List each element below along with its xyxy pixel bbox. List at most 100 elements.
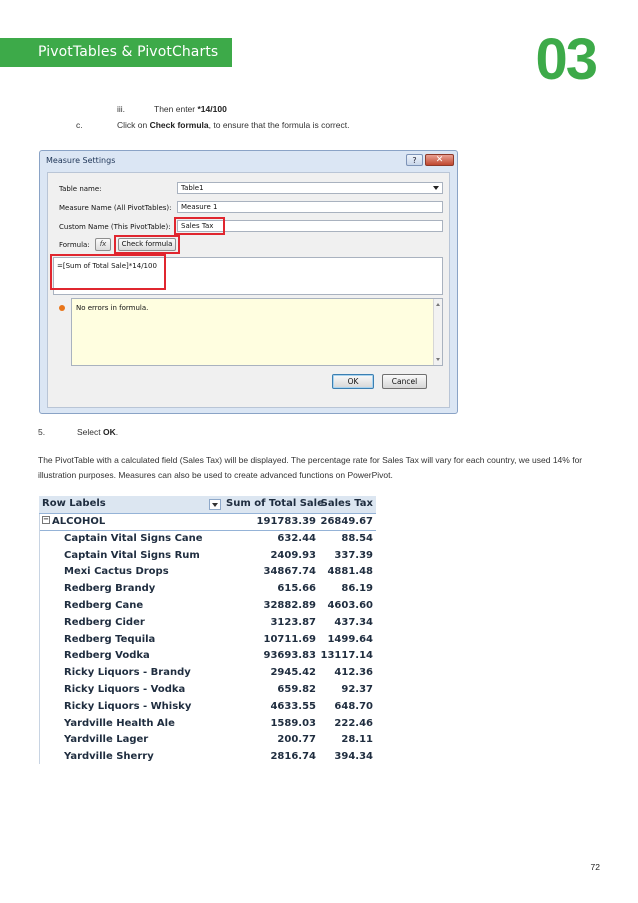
measure-name-label: Measure Name (All PivotTables):: [59, 204, 172, 212]
row-name: Captain Vital Signs Cane: [64, 532, 203, 544]
step-5-before: Select: [77, 427, 103, 437]
step-5-marker: 5.: [38, 427, 46, 437]
row-name: Redberg Vodka: [64, 650, 150, 662]
row-name: Ricky Liquors - Whisky: [64, 700, 192, 712]
chapter-number: 03: [535, 27, 597, 92]
row-name: Redberg Brandy: [64, 583, 156, 595]
step-iii-plain: Then enter: [154, 104, 198, 114]
custom-name-label: Custom Name (This PivotTable):: [59, 223, 171, 231]
message-scrollbar[interactable]: [433, 299, 442, 365]
formula-highlight: [50, 254, 166, 290]
row-name: Yardville Lager: [64, 734, 149, 746]
fx-button[interactable]: fx: [95, 238, 111, 251]
table-row[interactable]: Ricky Liquors - Whisky 4633.55 648.70: [39, 699, 376, 716]
header-sales-tax: Sales Tax: [320, 498, 373, 509]
table-row[interactable]: Redberg Brandy 615.66 86.19: [39, 581, 376, 598]
step-5-text: Select OK.: [77, 427, 118, 437]
formula-message-area: No errors in formula.: [71, 298, 443, 366]
header-row-labels: Row Labels: [42, 498, 106, 509]
cancel-button[interactable]: Cancel: [382, 374, 427, 389]
step-iii-text: Then enter *14/100: [154, 104, 227, 114]
row-total: 2409.93: [270, 549, 316, 561]
row-tax: 648.70: [334, 700, 373, 712]
group-total: 191783.39: [256, 516, 316, 527]
pivot-table: Row Labels Sum of Total Sale Sales Tax −…: [39, 496, 376, 766]
table-row[interactable]: Ricky Liquors - Brandy 2945.42 412.36: [39, 665, 376, 682]
row-tax: 394.34: [334, 751, 373, 763]
row-tax: 1499.64: [327, 633, 373, 645]
step-iii-bold: *14/100: [197, 104, 227, 114]
row-name: Mexi Cactus Drops: [64, 566, 169, 578]
row-tax: 437.34: [334, 616, 373, 628]
row-total: 659.82: [277, 683, 316, 695]
group-tax: 26849.67: [320, 516, 373, 527]
collapse-minus-icon[interactable]: −: [42, 516, 50, 524]
row-name: Redberg Cider: [64, 616, 145, 628]
row-tax: 88.54: [341, 532, 373, 544]
ok-button[interactable]: OK: [332, 374, 374, 389]
row-total: 32882.89: [263, 599, 316, 611]
row-total: 93693.83: [263, 650, 316, 662]
row-tax: 4881.48: [327, 566, 373, 578]
table-row[interactable]: Ricky Liquors - Vodka 659.82 92.37: [39, 682, 376, 699]
row-name: Redberg Cane: [64, 599, 144, 611]
step-c-before: Click on: [117, 120, 150, 130]
row-name: Ricky Liquors - Brandy: [64, 667, 191, 679]
table-row[interactable]: Captain Vital Signs Cane 632.44 88.54: [39, 531, 376, 548]
group-name: ALCOHOL: [52, 516, 106, 527]
table-row[interactable]: Mexi Cactus Drops 34867.74 4881.48: [39, 564, 376, 581]
step-5-after: .: [115, 427, 119, 437]
row-total: 3123.87: [270, 616, 316, 628]
help-button[interactable]: ?: [406, 154, 423, 166]
scroll-down-icon: [436, 358, 440, 361]
row-total: 2945.42: [270, 667, 316, 679]
measure-name-input[interactable]: Measure 1: [177, 201, 443, 213]
row-tax: 412.36: [334, 667, 373, 679]
step-5-bold: OK: [103, 427, 116, 437]
dialog-body: Table name: Table1 Measure Name (All Piv…: [47, 172, 450, 408]
step-c-bold: Check formula: [149, 120, 209, 130]
header-sum-total-sale: Sum of Total Sale: [226, 498, 324, 509]
pivot-group-row[interactable]: − ALCOHOL 191783.39 26849.67: [39, 514, 376, 531]
pivot-left-border: [39, 514, 40, 764]
table-row[interactable]: Redberg Cider 3123.87 437.34: [39, 615, 376, 632]
status-dot-icon: [59, 305, 65, 311]
table-name-value: Table1: [181, 184, 204, 192]
pivot-rows: Captain Vital Signs Cane 632.44 88.54 Capta…: [39, 531, 376, 766]
chevron-down-icon: [433, 186, 439, 190]
row-total: 10711.69: [263, 633, 316, 645]
row-tax: 28.11: [341, 734, 373, 746]
body-paragraph: The PivotTable with a calculated field (…: [38, 455, 583, 480]
filter-dropdown-icon[interactable]: [209, 499, 221, 510]
table-row[interactable]: Yardville Lager 200.77 28.11: [39, 732, 376, 749]
table-row[interactable]: Captain Vital Signs Rum 2409.93 337.39: [39, 548, 376, 565]
row-tax: 92.37: [341, 683, 373, 695]
table-row[interactable]: Redberg Tequila 10711.69 1499.64: [39, 632, 376, 649]
formula-label: Formula:: [59, 241, 90, 249]
table-row[interactable]: Yardville Health Ale 1589.03 222.46: [39, 716, 376, 733]
row-name: Captain Vital Signs Rum: [64, 549, 200, 561]
row-total: 2816.74: [270, 751, 316, 763]
formula-message: No errors in formula.: [76, 304, 149, 312]
step-iii-marker: iii.: [117, 104, 126, 114]
pivot-header-row: Row Labels Sum of Total Sale Sales Tax: [39, 496, 376, 514]
row-tax: 222.46: [334, 717, 373, 729]
close-button[interactable]: ✕: [425, 154, 454, 166]
row-total: 1589.03: [270, 717, 316, 729]
table-row[interactable]: Redberg Cane 32882.89 4603.60: [39, 598, 376, 615]
table-name-label: Table name:: [59, 185, 102, 193]
table-row[interactable]: Yardville Sherry 2816.74 394.34: [39, 749, 376, 766]
page-number: 72: [590, 862, 600, 872]
dialog-title: Measure Settings: [46, 156, 116, 165]
row-total: 34867.74: [263, 566, 316, 578]
row-name: Redberg Tequila: [64, 633, 156, 645]
table-row[interactable]: Redberg Vodka 93693.83 13117.14: [39, 648, 376, 665]
step-c-after: , to ensure that the formula is correct.: [208, 120, 350, 130]
row-name: Yardville Health Ale: [64, 717, 175, 729]
section-title-bar: PivotTables & PivotCharts: [0, 38, 232, 67]
custom-name-highlight: [174, 217, 225, 235]
measure-settings-dialog: Measure Settings ? ✕ Table name: Table1 …: [39, 150, 458, 414]
row-total: 4633.55: [270, 700, 316, 712]
table-name-dropdown[interactable]: Table1: [177, 182, 443, 194]
row-tax: 86.19: [341, 583, 373, 595]
